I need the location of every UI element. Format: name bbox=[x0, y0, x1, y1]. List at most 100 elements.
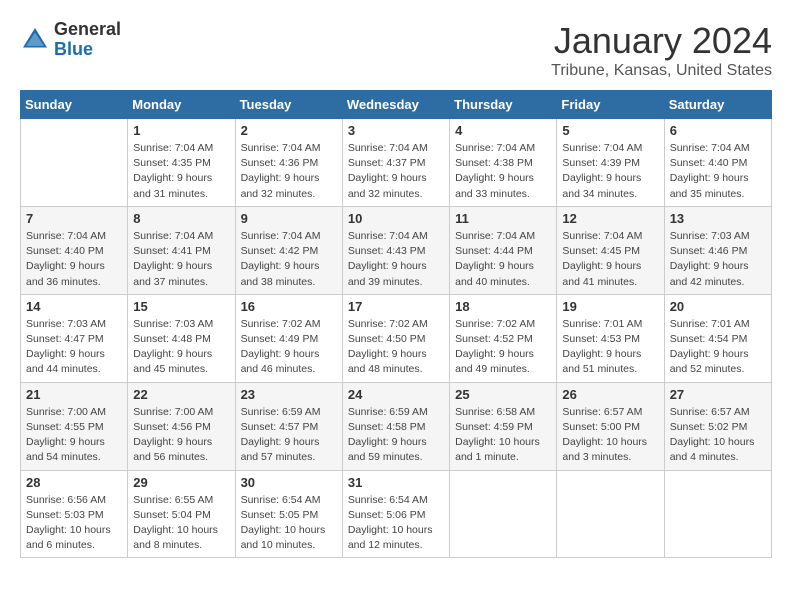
day-number: 5 bbox=[562, 123, 658, 138]
table-row: 10 Sunrise: 7:04 AM Sunset: 4:43 PM Dayli… bbox=[342, 206, 449, 294]
header-tuesday: Tuesday bbox=[235, 91, 342, 119]
header-wednesday: Wednesday bbox=[342, 91, 449, 119]
table-row: 29 Sunrise: 6:55 AM Sunset: 5:04 PM Dayli… bbox=[128, 470, 235, 558]
calendar-week-row: 1 Sunrise: 7:04 AM Sunset: 4:35 PM Daylig… bbox=[21, 119, 772, 207]
day-number: 28 bbox=[26, 475, 122, 490]
day-number: 1 bbox=[133, 123, 229, 138]
day-number: 29 bbox=[133, 475, 229, 490]
table-row: 13 Sunrise: 7:03 AM Sunset: 4:46 PM Dayli… bbox=[664, 206, 771, 294]
day-info: Sunrise: 7:04 AM Sunset: 4:37 PM Dayligh… bbox=[348, 141, 444, 202]
logo-icon bbox=[20, 25, 50, 55]
table-row: 20Sunrise: 7:01 AM Sunset: 4:54 PM Dayli… bbox=[664, 294, 771, 382]
day-number: 11 bbox=[455, 211, 551, 226]
day-number: 8 bbox=[133, 211, 229, 226]
day-info: Sunrise: 7:00 AM Sunset: 4:55 PM Dayligh… bbox=[26, 405, 122, 466]
table-row: 24 Sunrise: 6:59 AM Sunset: 4:58 PM Dayli… bbox=[342, 382, 449, 470]
table-row: 28 Sunrise: 6:56 AM Sunset: 5:03 PM Dayli… bbox=[21, 470, 128, 558]
day-info: Sunrise: 7:02 AM Sunset: 4:49 PM Dayligh… bbox=[241, 317, 337, 378]
day-info: Sunrise: 7:04 AM Sunset: 4:40 PM Dayligh… bbox=[670, 141, 766, 202]
day-info: Sunrise: 7:04 AM Sunset: 4:41 PM Dayligh… bbox=[133, 229, 229, 290]
table-row: 30Sunrise: 6:54 AM Sunset: 5:05 PM Dayli… bbox=[235, 470, 342, 558]
header-sunday: Sunday bbox=[21, 91, 128, 119]
page-subtitle: Tribune, Kansas, United States bbox=[551, 62, 772, 80]
logo: General Blue bbox=[20, 20, 121, 60]
day-number: 21 bbox=[26, 387, 122, 402]
calendar-week-row: 14 Sunrise: 7:03 AM Sunset: 4:47 PM Dayli… bbox=[21, 294, 772, 382]
day-info: Sunrise: 6:55 AM Sunset: 5:04 PM Dayligh… bbox=[133, 493, 229, 554]
day-number: 25 bbox=[455, 387, 551, 402]
day-info: Sunrise: 7:04 AM Sunset: 4:36 PM Dayligh… bbox=[241, 141, 337, 202]
table-row bbox=[450, 470, 557, 558]
day-info: Sunrise: 7:02 AM Sunset: 4:52 PM Dayligh… bbox=[455, 317, 551, 378]
day-info: Sunrise: 7:04 AM Sunset: 4:45 PM Dayligh… bbox=[562, 229, 658, 290]
day-number: 14 bbox=[26, 299, 122, 314]
day-info: Sunrise: 7:04 AM Sunset: 4:43 PM Dayligh… bbox=[348, 229, 444, 290]
day-info: Sunrise: 6:59 AM Sunset: 4:57 PM Dayligh… bbox=[241, 405, 337, 466]
day-number: 19 bbox=[562, 299, 658, 314]
header-friday: Friday bbox=[557, 91, 664, 119]
day-info: Sunrise: 6:54 AM Sunset: 5:06 PM Dayligh… bbox=[348, 493, 444, 554]
day-number: 30 bbox=[241, 475, 337, 490]
header-saturday: Saturday bbox=[664, 91, 771, 119]
day-info: Sunrise: 7:02 AM Sunset: 4:50 PM Dayligh… bbox=[348, 317, 444, 378]
calendar-table: Sunday Monday Tuesday Wednesday Thursday… bbox=[20, 90, 772, 558]
table-row: 12 Sunrise: 7:04 AM Sunset: 4:45 PM Dayli… bbox=[557, 206, 664, 294]
table-row: 1 Sunrise: 7:04 AM Sunset: 4:35 PM Daylig… bbox=[128, 119, 235, 207]
day-info: Sunrise: 6:56 AM Sunset: 5:03 PM Dayligh… bbox=[26, 493, 122, 554]
day-info: Sunrise: 7:03 AM Sunset: 4:48 PM Dayligh… bbox=[133, 317, 229, 378]
day-info: Sunrise: 6:59 AM Sunset: 4:58 PM Dayligh… bbox=[348, 405, 444, 466]
day-number: 4 bbox=[455, 123, 551, 138]
table-row: 15 Sunrise: 7:03 AM Sunset: 4:48 PM Dayli… bbox=[128, 294, 235, 382]
day-number: 18 bbox=[455, 299, 551, 314]
table-row bbox=[557, 470, 664, 558]
day-number: 6 bbox=[670, 123, 766, 138]
header-thursday: Thursday bbox=[450, 91, 557, 119]
day-number: 9 bbox=[241, 211, 337, 226]
table-row: 31Sunrise: 6:54 AM Sunset: 5:06 PM Dayli… bbox=[342, 470, 449, 558]
table-row: 9 Sunrise: 7:04 AM Sunset: 4:42 PM Daylig… bbox=[235, 206, 342, 294]
table-row: 18 Sunrise: 7:02 AM Sunset: 4:52 PM Dayli… bbox=[450, 294, 557, 382]
table-row: 5 Sunrise: 7:04 AM Sunset: 4:39 PM Daylig… bbox=[557, 119, 664, 207]
day-info: Sunrise: 7:04 AM Sunset: 4:39 PM Dayligh… bbox=[562, 141, 658, 202]
day-info: Sunrise: 7:04 AM Sunset: 4:44 PM Dayligh… bbox=[455, 229, 551, 290]
table-row: 8 Sunrise: 7:04 AM Sunset: 4:41 PM Daylig… bbox=[128, 206, 235, 294]
header-monday: Monday bbox=[128, 91, 235, 119]
day-info: Sunrise: 7:04 AM Sunset: 4:35 PM Dayligh… bbox=[133, 141, 229, 202]
day-info: Sunrise: 7:04 AM Sunset: 4:40 PM Dayligh… bbox=[26, 229, 122, 290]
table-row bbox=[664, 470, 771, 558]
day-number: 12 bbox=[562, 211, 658, 226]
day-number: 22 bbox=[133, 387, 229, 402]
day-info: Sunrise: 7:01 AM Sunset: 4:54 PM Dayligh… bbox=[670, 317, 766, 378]
table-row: 3 Sunrise: 7:04 AM Sunset: 4:37 PM Daylig… bbox=[342, 119, 449, 207]
day-info: Sunrise: 6:57 AM Sunset: 5:00 PM Dayligh… bbox=[562, 405, 658, 466]
day-info: Sunrise: 7:03 AM Sunset: 4:47 PM Dayligh… bbox=[26, 317, 122, 378]
table-row: 25 Sunrise: 6:58 AM Sunset: 4:59 PM Dayli… bbox=[450, 382, 557, 470]
day-number: 16 bbox=[241, 299, 337, 314]
calendar-week-row: 21 Sunrise: 7:00 AM Sunset: 4:55 PM Dayli… bbox=[21, 382, 772, 470]
day-info: Sunrise: 7:01 AM Sunset: 4:53 PM Dayligh… bbox=[562, 317, 658, 378]
page-title: January 2024 bbox=[551, 20, 772, 62]
page-header: General Blue January 2024 Tribune, Kansa… bbox=[20, 20, 772, 80]
day-info: Sunrise: 7:03 AM Sunset: 4:46 PM Dayligh… bbox=[670, 229, 766, 290]
day-info: Sunrise: 7:04 AM Sunset: 4:42 PM Dayligh… bbox=[241, 229, 337, 290]
calendar-header-row: Sunday Monday Tuesday Wednesday Thursday… bbox=[21, 91, 772, 119]
table-row: 11 Sunrise: 7:04 AM Sunset: 4:44 PM Dayli… bbox=[450, 206, 557, 294]
table-row: 22Sunrise: 7:00 AM Sunset: 4:56 PM Dayli… bbox=[128, 382, 235, 470]
day-number: 26 bbox=[562, 387, 658, 402]
day-number: 17 bbox=[348, 299, 444, 314]
day-info: Sunrise: 6:58 AM Sunset: 4:59 PM Dayligh… bbox=[455, 405, 551, 466]
day-number: 27 bbox=[670, 387, 766, 402]
day-number: 10 bbox=[348, 211, 444, 226]
day-number: 13 bbox=[670, 211, 766, 226]
day-info: Sunrise: 6:57 AM Sunset: 5:02 PM Dayligh… bbox=[670, 405, 766, 466]
day-number: 15 bbox=[133, 299, 229, 314]
calendar-week-row: 7Sunrise: 7:04 AM Sunset: 4:40 PM Daylig… bbox=[21, 206, 772, 294]
day-number: 24 bbox=[348, 387, 444, 402]
day-info: Sunrise: 7:04 AM Sunset: 4:38 PM Dayligh… bbox=[455, 141, 551, 202]
table-row: 21 Sunrise: 7:00 AM Sunset: 4:55 PM Dayli… bbox=[21, 382, 128, 470]
table-row: 14 Sunrise: 7:03 AM Sunset: 4:47 PM Dayli… bbox=[21, 294, 128, 382]
calendar-week-row: 28 Sunrise: 6:56 AM Sunset: 5:03 PM Dayli… bbox=[21, 470, 772, 558]
day-number: 2 bbox=[241, 123, 337, 138]
day-number: 3 bbox=[348, 123, 444, 138]
day-number: 23 bbox=[241, 387, 337, 402]
